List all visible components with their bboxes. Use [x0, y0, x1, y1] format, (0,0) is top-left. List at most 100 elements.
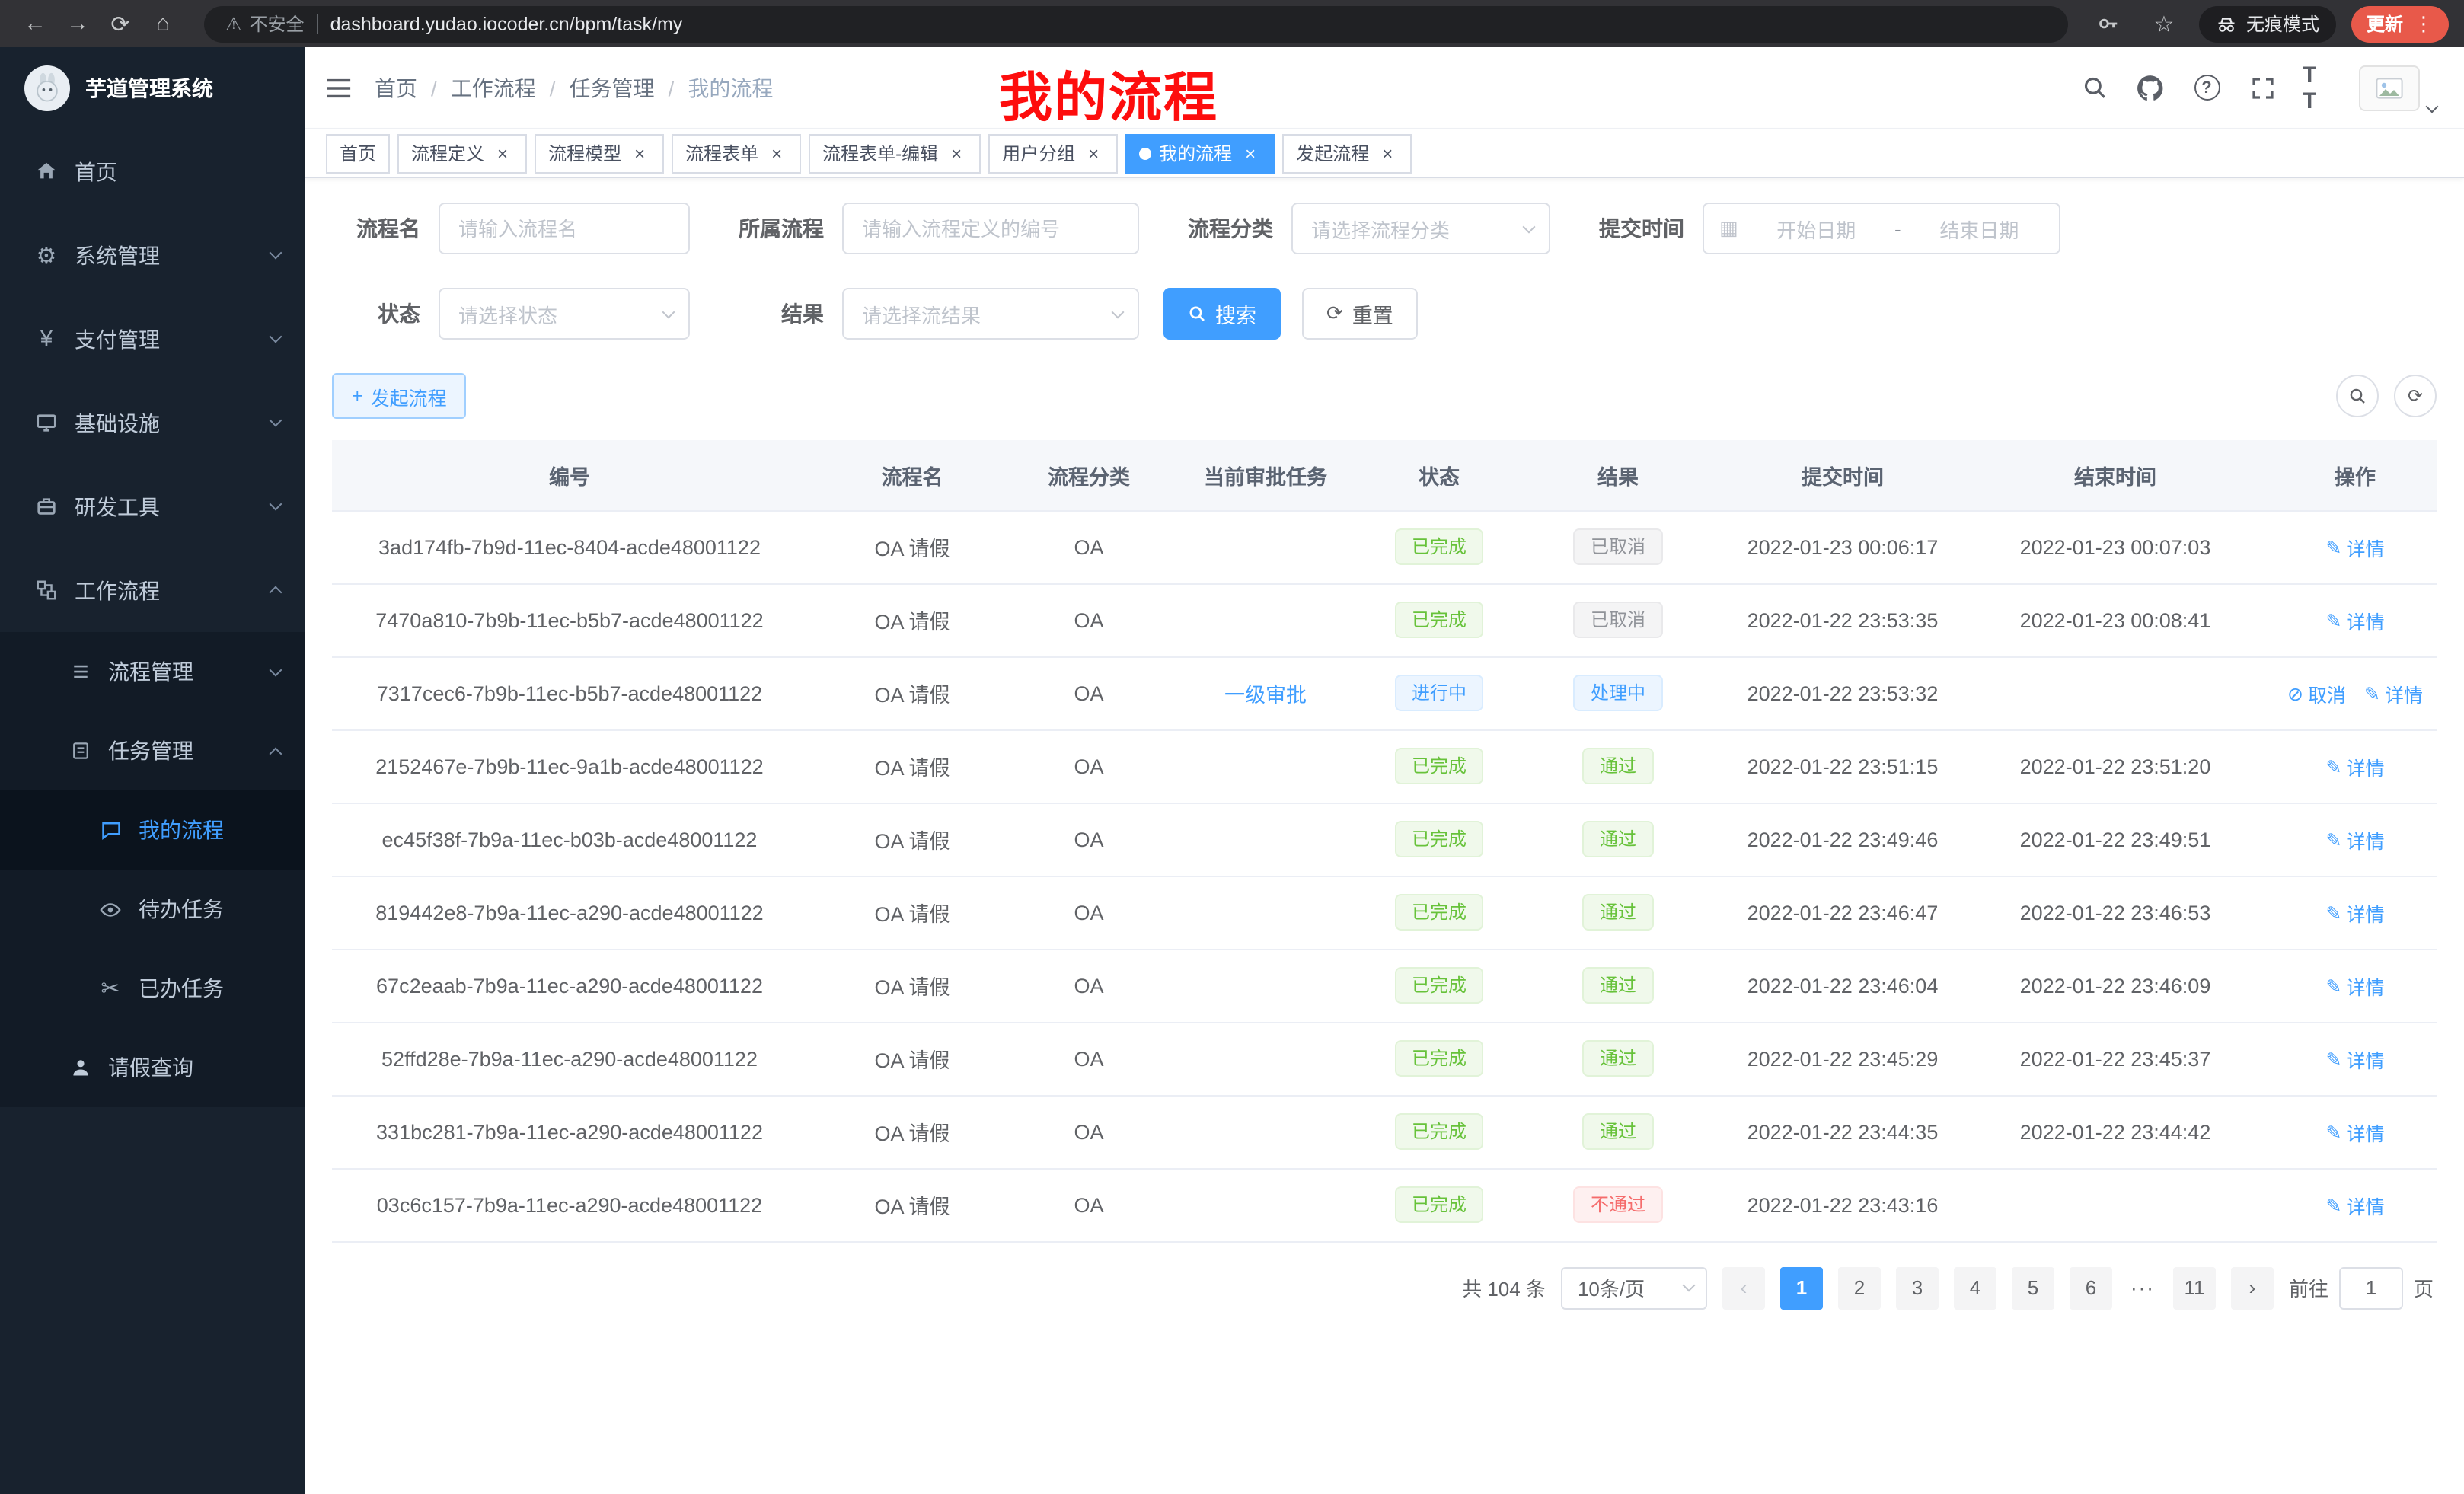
refresh-icon[interactable]: ⟳ — [2394, 375, 2437, 417]
category-select[interactable]: 请选择流程分类 — [1291, 203, 1550, 254]
parent-process-input[interactable] — [842, 203, 1139, 254]
current-task-link[interactable]: 一级审批 — [1224, 678, 1307, 708]
address-bar[interactable]: ⚠ 不安全 dashboard.yudao.iocoder.cn/bpm/tas… — [204, 5, 2068, 42]
result-badge: 通过 — [1583, 1040, 1653, 1077]
breadcrumb-task-management[interactable]: 任务管理 — [570, 72, 688, 103]
tab-process-form[interactable]: 流程表单× — [672, 133, 801, 173]
close-icon[interactable]: × — [1240, 142, 1261, 164]
pagination-total: 共 104 条 — [1462, 1273, 1546, 1302]
sidebar-item-infrastructure[interactable]: 基础设施 — [0, 381, 305, 464]
edit-icon: ✎ — [2326, 535, 2342, 558]
close-icon[interactable]: × — [1083, 142, 1104, 164]
goto-unit: 页 — [2414, 1273, 2434, 1302]
search-button[interactable]: 搜索 — [1163, 288, 1281, 340]
page-button-4[interactable]: 4 — [1954, 1266, 1996, 1309]
hide-search-icon[interactable] — [2336, 375, 2379, 417]
tab-user-group[interactable]: 用户分组× — [988, 133, 1118, 173]
bookmark-star-icon[interactable]: ☆ — [2144, 4, 2184, 43]
close-icon[interactable]: × — [1377, 142, 1398, 164]
page-button-6[interactable]: 6 — [2070, 1266, 2112, 1309]
detail-link[interactable]: ✎详情 — [2326, 532, 2385, 561]
status-badge: 已完成 — [1395, 894, 1483, 931]
help-icon[interactable]: ? — [2190, 71, 2223, 104]
browser-update-button[interactable]: 更新 ⋮ — [2351, 5, 2449, 42]
security-warning[interactable]: ⚠ 不安全 — [225, 11, 305, 37]
detail-link[interactable]: ✎详情 — [2326, 1044, 2385, 1073]
detail-link[interactable]: ✎详情 — [2364, 678, 2423, 707]
process-name-label: 流程名 — [332, 213, 439, 244]
detail-link[interactable]: ✎详情 — [2326, 752, 2385, 781]
prev-page-button[interactable]: ‹ — [1722, 1266, 1765, 1309]
sidebar-item-done-tasks[interactable]: ✂ 已办任务 — [0, 949, 305, 1028]
more-pages-icon[interactable]: ··· — [2127, 1276, 2158, 1299]
close-icon[interactable]: × — [766, 142, 787, 164]
sidebar-item-task-management[interactable]: 任务管理 — [0, 711, 305, 790]
detail-link[interactable]: ✎详情 — [2326, 898, 2385, 927]
chevron-down-icon — [662, 305, 675, 318]
user-menu[interactable] — [2359, 65, 2437, 110]
avatar — [2359, 65, 2420, 110]
cancel-link[interactable]: ⊘取消 — [2287, 678, 2346, 707]
sidebar-item-home[interactable]: 首页 — [0, 129, 305, 213]
search-icon[interactable] — [2077, 71, 2111, 104]
process-name-input[interactable] — [439, 203, 690, 254]
devtools-icon — [34, 495, 59, 518]
page-size-select[interactable]: 10条/页 — [1561, 1266, 1707, 1309]
incognito-badge[interactable]: 无痕模式 — [2199, 5, 2336, 42]
detail-link[interactable]: ✎详情 — [2326, 605, 2385, 634]
sidebar-item-todo-tasks[interactable]: 待办任务 — [0, 870, 305, 949]
detail-link[interactable]: ✎详情 — [2326, 1117, 2385, 1146]
sidebar-item-process-management[interactable]: 流程管理 — [0, 632, 305, 711]
font-size-icon[interactable]: T T — [2303, 71, 2336, 104]
status-select[interactable]: 请选择状态 — [439, 288, 690, 340]
breadcrumb-workflow[interactable]: 工作流程 — [451, 72, 570, 103]
sidebar-item-leave-query[interactable]: 请假查询 — [0, 1028, 305, 1107]
submit-time-range-picker[interactable]: ▦ 开始日期 - 结束日期 — [1703, 203, 2060, 254]
detail-link[interactable]: ✎详情 — [2326, 971, 2385, 1000]
tab-process-model[interactable]: 流程模型× — [535, 133, 664, 173]
next-page-button[interactable]: › — [2231, 1266, 2274, 1309]
page-button-2[interactable]: 2 — [1838, 1266, 1881, 1309]
edit-icon: ✎ — [2326, 828, 2342, 851]
page-button-1[interactable]: 1 — [1780, 1266, 1823, 1309]
close-icon[interactable]: × — [946, 142, 967, 164]
result-select[interactable]: 请选择流结果 — [842, 288, 1139, 340]
fullscreen-icon[interactable] — [2246, 71, 2280, 104]
sidebar-item-my-process[interactable]: 我的流程 — [0, 790, 305, 870]
detail-link[interactable]: ✎详情 — [2326, 825, 2385, 854]
start-process-button[interactable]: + 发起流程 — [332, 373, 467, 419]
tab-start-process[interactable]: 发起流程× — [1282, 133, 1412, 173]
sidebar-item-dev-tools[interactable]: 研发工具 — [0, 464, 305, 548]
app-logo-row[interactable]: 芋道管理系统 — [0, 47, 305, 129]
github-icon[interactable] — [2134, 71, 2167, 104]
reload-icon[interactable]: ⟳ — [101, 4, 140, 43]
goto-page-input[interactable] — [2339, 1266, 2403, 1309]
sidebar-item-payment-management[interactable]: ¥ 支付管理 — [0, 297, 305, 381]
tab-process-form-edit[interactable]: 流程表单-编辑× — [809, 133, 981, 173]
col-end-time: 结束时间 — [1957, 440, 2274, 510]
close-icon[interactable]: × — [629, 142, 650, 164]
close-icon[interactable]: × — [492, 142, 513, 164]
breadcrumb-home[interactable]: 首页 — [375, 72, 451, 103]
sidebar-item-system-management[interactable]: ⚙ 系统管理 — [0, 213, 305, 297]
detail-link[interactable]: ✎详情 — [2326, 1190, 2385, 1219]
page-button-5[interactable]: 5 — [2012, 1266, 2054, 1309]
page-button-11[interactable]: 11 — [2173, 1266, 2216, 1309]
page-button-3[interactable]: 3 — [1896, 1266, 1939, 1309]
process-id: 67c2eaab-7b9a-11ec-a290-acde48001122 — [332, 949, 807, 1022]
password-key-icon[interactable] — [2089, 4, 2129, 43]
reset-button[interactable]: ⟳ 重置 — [1302, 288, 1418, 340]
home-icon[interactable]: ⌂ — [143, 4, 183, 43]
warning-icon: ⚠ — [225, 13, 242, 34]
forward-icon[interactable]: → — [58, 4, 97, 43]
breadcrumb: 首页 工作流程 任务管理 我的流程 — [375, 72, 773, 103]
status-badge: 已完成 — [1395, 821, 1483, 857]
hamburger-icon[interactable] — [305, 46, 372, 129]
back-icon[interactable]: ← — [15, 4, 55, 43]
tab-process-definition[interactable]: 流程定义× — [397, 133, 527, 173]
browser-menu-icon[interactable]: ⋮ — [2414, 11, 2434, 36]
tab-home[interactable]: 首页 — [326, 133, 390, 173]
sidebar-item-workflow[interactable]: 工作流程 — [0, 548, 305, 632]
page-content: 流程名 所属流程 流程分类 请选择流程分类 提交时间 — [305, 178, 2464, 1494]
tab-my-process[interactable]: 我的流程× — [1125, 133, 1275, 173]
